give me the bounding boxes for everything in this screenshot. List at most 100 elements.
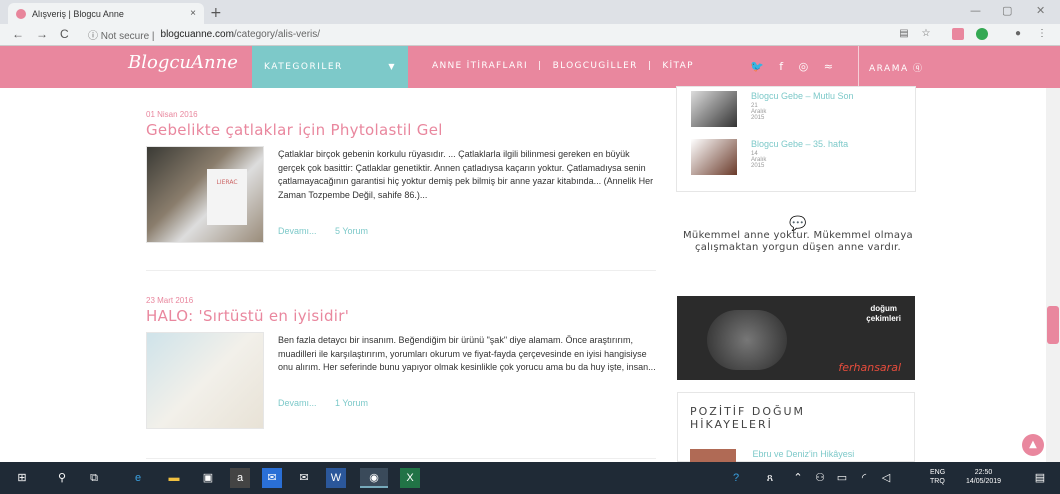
menu-separator: | — [647, 61, 653, 71]
rss-icon[interactable]: ≈ — [824, 60, 833, 73]
quote-text: Mükemmel anne yoktur. Mükemmel olmaya ça… — [683, 230, 913, 253]
instagram-icon[interactable]: ◎ — [799, 60, 809, 73]
pozitif-thumbnail — [690, 449, 736, 463]
volume-icon[interactable]: ◁ — [878, 468, 894, 488]
windows-start-icon[interactable]: ⊞ — [12, 468, 32, 488]
post-thumbnail[interactable]: LIERAC — [146, 146, 264, 243]
clock-date: 14/05/2019 — [966, 478, 1002, 485]
scrollbar-track[interactable] — [1046, 88, 1060, 462]
excel-icon[interactable]: X — [400, 468, 420, 488]
search-icon: ⓠ — [913, 64, 924, 74]
menu-item-kitap[interactable]: KİTAP — [662, 61, 693, 71]
profile-icon[interactable]: ● — [1012, 28, 1024, 40]
menu-item-blogcugiller[interactable]: BLOGCUGİLLER — [553, 61, 638, 71]
mail-icon[interactable]: ✉ — [294, 468, 314, 488]
language-indicator[interactable]: ENG TRQ — [930, 468, 945, 486]
url-input[interactable]: ⓘ Not secure | blogcuanne.com /category/… — [88, 26, 878, 43]
site-header: BlogcuAnne KATEGORILER ▼ ANNE İTİRAFLARI… — [0, 46, 1060, 88]
post-card: 23 Mart 2016 HALO: 'Sırtüstü en iyisidir… — [146, 296, 656, 429]
tab-bar: Alışveriş | Blogcu Anne × + — ▢ ✕ — [0, 0, 1060, 24]
ad-hands-image — [707, 310, 787, 370]
menu-item-anne-itiraflari[interactable]: ANNE İTİRAFLARI — [432, 61, 528, 71]
post-card: 01 Nisan 2016 Gebelikte çatlaklar için P… — [146, 110, 656, 243]
app-icon[interactable]: ✉ — [262, 468, 282, 488]
url-path: /category/alis-veris/ — [233, 29, 321, 40]
forward-icon[interactable]: → — [36, 27, 48, 41]
site-logo[interactable]: BlogcuAnne — [128, 52, 238, 73]
read-more-link[interactable]: Devamı... — [278, 398, 317, 408]
post-title-link[interactable]: Gebelikte çatlaklar için Phytolastil Gel — [146, 121, 656, 139]
task-view-icon[interactable]: ⧉ — [84, 468, 104, 488]
ad-headline: doğum çekimleri — [866, 304, 901, 323]
notifications-icon[interactable]: ▤ — [1030, 468, 1050, 488]
chevron-up-icon[interactable]: ⌃ — [790, 468, 806, 488]
read-more-link[interactable]: Devamı... — [278, 226, 317, 236]
post-meta: Devamı... 5 Yorum — [278, 226, 384, 236]
battery-icon[interactable]: ▭ — [834, 468, 850, 488]
menu-separator: | — [538, 61, 543, 71]
reload-icon[interactable]: C — [60, 27, 69, 41]
tab-title: Alışveriş | Blogcu Anne — [32, 8, 124, 19]
amazon-icon[interactable]: a — [230, 468, 250, 488]
pozitif-widget: POZİTİF DOĞUM HİKAYELERİ Ebru ve Deniz'i… — [677, 392, 915, 463]
main-menu: ANNE İTİRAFLARI | BLOGCUGİLLER | KİTAP — [432, 61, 694, 71]
recent-post-title: Blogcu Gebe – 35. hafta — [751, 139, 849, 149]
comments-link[interactable]: 5 Yorum — [335, 226, 368, 236]
recent-post-date: 14 Aralık 2015 — [751, 151, 767, 169]
recent-posts-widget: Blogcu Gebe – Mutlu Son 21 Aralık 2015 B… — [676, 86, 916, 192]
widget-title: POZİTİF DOĞUM HİKAYELERİ — [690, 405, 806, 431]
file-explorer-icon[interactable]: ▬ — [164, 468, 184, 488]
post-meta: Devamı... 1 Yorum — [278, 398, 384, 408]
close-window-icon[interactable]: ✕ — [1036, 4, 1045, 17]
translate-icon[interactable]: ▤ — [898, 28, 910, 40]
wifi-icon[interactable]: ◜ — [856, 468, 872, 488]
ad-brand: ferhansaral — [838, 361, 901, 374]
url-domain: blogcuanne.com — [160, 29, 234, 40]
facebook-icon[interactable]: f — [779, 60, 783, 73]
word-icon[interactable]: W — [326, 468, 346, 488]
ad-banner[interactable]: doğum çekimleri ferhansaral — [677, 296, 915, 380]
back-icon[interactable]: ← — [12, 27, 24, 41]
search-button[interactable]: ARAMA ⓠ — [858, 46, 1052, 88]
product-image: LIERAC — [207, 169, 247, 225]
store-icon[interactable]: ▣ — [198, 468, 218, 488]
extension-green-icon[interactable] — [976, 28, 988, 40]
post-title-link[interactable]: HALO: 'Sırtüstü en iyisidir' — [146, 307, 656, 325]
categories-menu[interactable]: KATEGORILER ▼ — [252, 46, 408, 88]
not-secure-label: ⓘ Not secure | — [88, 31, 155, 42]
search-icon[interactable]: ⚲ — [52, 468, 72, 488]
lang-primary: ENG — [930, 469, 946, 476]
browser-window: Alışveriş | Blogcu Anne × + — ▢ ✕ ← → C … — [0, 0, 1060, 494]
people-icon[interactable]: ጸ — [760, 468, 780, 488]
recent-post-title: Blogcu Gebe – Mutlu Son — [751, 91, 854, 101]
twitter-icon[interactable]: 🐦 — [750, 60, 764, 73]
bookmark-star-icon[interactable]: ☆ — [920, 28, 932, 40]
system-clock[interactable]: 22:50 14/05/2019 — [966, 468, 1001, 486]
lang-secondary: TRQ — [930, 478, 945, 485]
recent-post-thumbnail — [691, 91, 737, 127]
extension-icon[interactable] — [952, 28, 964, 40]
social-links: 🐦 f ◎ ≈ — [750, 60, 845, 73]
favicon-icon — [16, 8, 26, 19]
post-thumbnail[interactable] — [146, 332, 264, 429]
minimize-icon[interactable]: — — [970, 4, 981, 17]
windows-taskbar: ⊞ ⚲ ⧉ e ▬ ▣ a ✉ ✉ W ◉ X ? ጸ ⌃ ⚇ ▭ ◜ ◁ EN… — [0, 462, 1060, 494]
comments-link[interactable]: 1 Yorum — [335, 398, 368, 408]
scrollbar-thumb[interactable] — [1047, 306, 1059, 344]
pozitif-item[interactable]: Ebru ve Deniz'in Hikâyesi — [690, 449, 854, 463]
pozitif-item-title: Ebru ve Deniz'in Hikâyesi — [752, 449, 855, 459]
close-tab-icon[interactable]: × — [190, 8, 196, 19]
chrome-icon[interactable]: ◉ — [360, 468, 388, 488]
help-icon[interactable]: ? — [726, 468, 746, 488]
recent-post-date: 21 Aralık 2015 — [751, 103, 767, 121]
chevron-down-icon: ▼ — [388, 62, 396, 71]
network-app-icon[interactable]: ⚇ — [812, 468, 828, 488]
maximize-icon[interactable]: ▢ — [1002, 4, 1012, 17]
browser-tab[interactable]: Alışveriş | Blogcu Anne × — [8, 3, 204, 24]
new-tab-button[interactable]: + — [210, 5, 222, 21]
menu-kebab-icon[interactable]: ⋮ — [1036, 28, 1048, 40]
clock-time: 22:50 — [974, 469, 993, 476]
categories-label: KATEGORILER — [264, 62, 343, 72]
edge-icon[interactable]: e — [128, 468, 148, 488]
back-to-top-button[interactable]: ▲ — [1022, 434, 1044, 456]
